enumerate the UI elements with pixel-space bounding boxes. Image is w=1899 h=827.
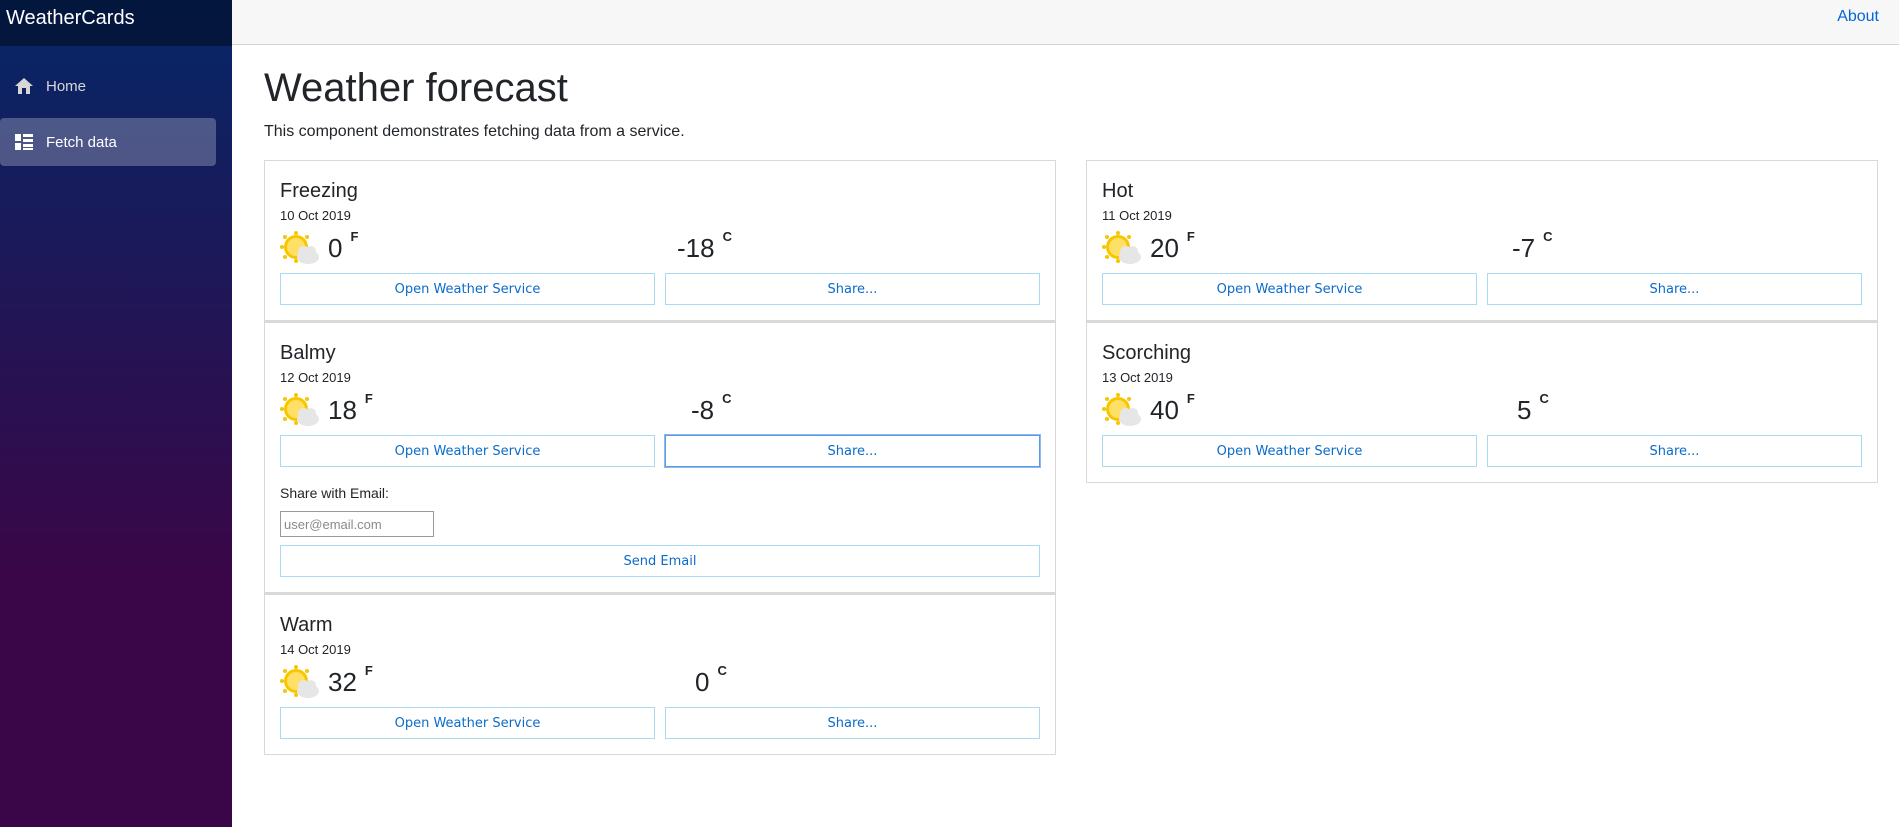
email-field[interactable] — [280, 511, 434, 537]
weather-card-hot: Hot 11 Oct 2019 20 F -7 C Open Weather Ser… — [1086, 160, 1878, 321]
forecast-column-left: Freezing 10 Oct 2019 0F -18 C Open Weathe… — [264, 160, 1056, 755]
card-summary: Warm — [280, 614, 333, 636]
weather-card-scorching: Scorching 13 Oct 2019 40 F 5C Open Weathe… — [1086, 321, 1878, 483]
page-title: Weather forecast — [264, 66, 568, 110]
open-weather-service-button[interactable]: Open Weather Service — [1102, 435, 1477, 467]
top-bar: About — [232, 0, 1899, 45]
temperature-celsius: -8 C — [691, 391, 732, 425]
temperature-fahrenheit: 40 F — [1150, 391, 1195, 425]
weather-card-freezing: Freezing 10 Oct 2019 0F -18 C Open Weathe… — [264, 160, 1056, 321]
partly-cloudy-icon — [1102, 231, 1141, 264]
temperature-fahrenheit: 0F — [328, 229, 359, 263]
sidebar: WeatherCards Home Fetch data — [0, 0, 232, 827]
card-date: 11 Oct 2019 — [1102, 208, 1172, 223]
weather-card-balmy: Balmy 12 Oct 2019 18 F -8 C Open Weather S… — [264, 321, 1056, 593]
temperature-celsius: 0C — [695, 663, 727, 697]
brand-title[interactable]: WeatherCards — [0, 0, 232, 46]
open-weather-service-button[interactable]: Open Weather Service — [1102, 273, 1477, 305]
card-summary: Balmy — [280, 342, 336, 364]
weather-card-warm: Warm 14 Oct 2019 32 F 0C Open Weather Ser… — [264, 593, 1056, 755]
temperature-fahrenheit: 32 F — [328, 663, 373, 697]
share-email-label: Share with Email: — [280, 485, 389, 501]
share-button[interactable]: Share... — [665, 707, 1040, 739]
forecast-column-right: Hot 11 Oct 2019 20 F -7 C Open Weather Ser… — [1086, 160, 1878, 483]
home-icon — [15, 78, 33, 94]
card-date: 10 Oct 2019 — [280, 208, 351, 223]
temperature-celsius: -7 C — [1512, 229, 1553, 263]
open-weather-service-button[interactable]: Open Weather Service — [280, 435, 655, 467]
send-email-button[interactable]: Send Email — [280, 545, 1040, 577]
temperature-celsius: -18 C — [677, 229, 732, 263]
sidebar-item-home[interactable]: Home — [0, 62, 216, 110]
about-link[interactable]: About — [1837, 8, 1879, 26]
share-button[interactable]: Share... — [1487, 435, 1862, 467]
card-summary: Hot — [1102, 180, 1134, 202]
list-icon — [15, 134, 33, 150]
temperature-fahrenheit: 20 F — [1150, 229, 1195, 263]
sidebar-item-fetch-data[interactable]: Fetch data — [0, 118, 216, 166]
partly-cloudy-icon — [280, 393, 319, 426]
card-summary: Scorching — [1102, 342, 1191, 364]
card-date: 13 Oct 2019 — [1102, 370, 1173, 385]
partly-cloudy-icon — [1102, 393, 1141, 426]
card-summary: Freezing — [280, 180, 358, 202]
share-button[interactable]: Share... — [665, 273, 1040, 305]
temperature-fahrenheit: 18 F — [328, 391, 373, 425]
card-date: 12 Oct 2019 — [280, 370, 351, 385]
share-button[interactable]: Share... — [665, 435, 1040, 467]
page-description: This component demonstrates fetching dat… — [264, 123, 685, 140]
sidebar-item-label: Fetch data — [46, 133, 117, 151]
temperature-celsius: 5C — [1517, 391, 1549, 425]
sidebar-item-label: Home — [46, 77, 87, 95]
card-date: 14 Oct 2019 — [280, 642, 351, 657]
open-weather-service-button[interactable]: Open Weather Service — [280, 707, 655, 739]
open-weather-service-button[interactable]: Open Weather Service — [280, 273, 655, 305]
partly-cloudy-icon — [280, 231, 319, 264]
share-button[interactable]: Share... — [1487, 273, 1862, 305]
partly-cloudy-icon — [280, 665, 319, 698]
